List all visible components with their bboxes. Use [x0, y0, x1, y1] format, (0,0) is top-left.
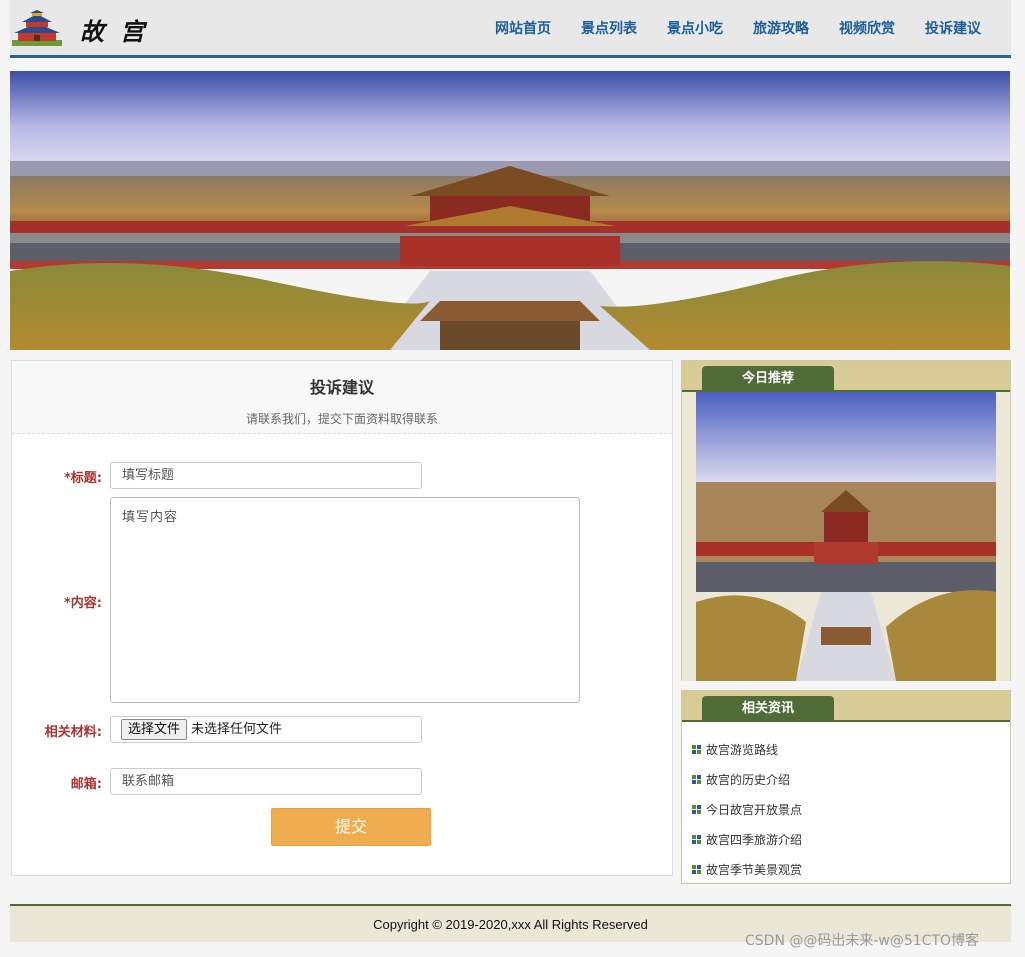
today-recommend-box: 今日推荐 [681, 360, 1011, 681]
form-subtitle: 请联系我们，提交下面资料取得联系 [245, 412, 438, 426]
content-textarea[interactable]: 填写内容 [110, 497, 580, 703]
news-item[interactable]: 今日故宫开放景点 [682, 794, 1010, 824]
form-title: 投诉建议 [309, 378, 374, 397]
title-label: *标题: [64, 471, 102, 486]
watermark-text: CSDN @@码出未来-w@51CTO博客 [745, 933, 980, 949]
feedback-form-panel: 投诉建议 请联系我们，提交下面资料取得联系 *标题: 填写标题 *内容: 填写内… [11, 360, 673, 876]
title-input[interactable]: 填写标题 [110, 462, 422, 489]
main-nav: 网站首页 景点列表 景点小吃 旅游攻略 视频欣赏 投诉建议 [495, 18, 981, 38]
news-box: 相关资讯 故宫游览路线 故宫的历史介绍 今日故宫开放景点 故宫四季旅游介绍 故宫… [681, 690, 1011, 884]
content-label: *内容: [64, 596, 102, 611]
news-item-label: 故宫游览路线 [706, 742, 779, 757]
form-header: 投诉建议 请联系我们，提交下面资料取得联系 [12, 361, 672, 434]
recommend-image[interactable] [696, 392, 996, 681]
square-bullet-icon [692, 774, 701, 784]
square-bullet-icon [692, 834, 701, 844]
palace-logo-icon [12, 10, 62, 46]
nav-feedback[interactable]: 投诉建议 [925, 18, 981, 38]
news-item-label: 故宫季节美景观赏 [706, 862, 803, 877]
square-bullet-icon [692, 864, 701, 874]
submit-button[interactable]: 提交 [271, 808, 431, 846]
file-upload-field: 选择文件 未选择任何文件 [110, 716, 422, 743]
news-header: 相关资讯 [682, 691, 1010, 722]
square-bullet-icon [692, 804, 701, 814]
today-header: 今日推荐 [682, 361, 1010, 392]
news-item[interactable]: 故宫季节美景观赏 [682, 854, 1010, 884]
site-title: 故 宫 [80, 17, 149, 46]
nav-attractions[interactable]: 景点列表 [581, 18, 637, 38]
copyright-text: Copyright © 2019-2020,xxx All Rights Res… [373, 917, 648, 932]
banner-image [10, 71, 1010, 350]
nav-guide[interactable]: 旅游攻略 [753, 18, 809, 38]
site-header: 故 宫 网站首页 景点列表 景点小吃 旅游攻略 视频欣赏 投诉建议 [10, 0, 1011, 58]
today-body [682, 392, 1010, 681]
news-item[interactable]: 故宫的历史介绍 [682, 764, 1010, 794]
news-item-label: 今日故宫开放景点 [706, 802, 803, 817]
news-item[interactable]: 故宫游览路线 [682, 734, 1010, 764]
nav-home[interactable]: 网站首页 [495, 18, 551, 38]
today-title: 今日推荐 [702, 366, 834, 392]
news-title: 相关资讯 [702, 696, 834, 722]
file-label: 相关材料: [44, 725, 102, 740]
news-item[interactable]: 故宫四季旅游介绍 [682, 824, 1010, 854]
nav-snacks[interactable]: 景点小吃 [667, 18, 723, 38]
email-label: 邮箱: [70, 777, 102, 792]
square-bullet-icon [692, 744, 701, 754]
page: 故 宫 网站首页 景点列表 景点小吃 旅游攻略 视频欣赏 投诉建议 投诉建议 请… [10, 0, 1011, 957]
nav-videos[interactable]: 视频欣赏 [839, 18, 895, 38]
file-status: 未选择任何文件 [191, 722, 283, 737]
news-list: 故宫游览路线 故宫的历史介绍 今日故宫开放景点 故宫四季旅游介绍 故宫季节美景观… [682, 722, 1010, 882]
news-item-label: 故宫的历史介绍 [706, 772, 791, 787]
email-input[interactable]: 联系邮箱 [110, 768, 422, 795]
news-item-label: 故宫四季旅游介绍 [706, 832, 803, 847]
choose-file-button[interactable]: 选择文件 [121, 719, 188, 740]
